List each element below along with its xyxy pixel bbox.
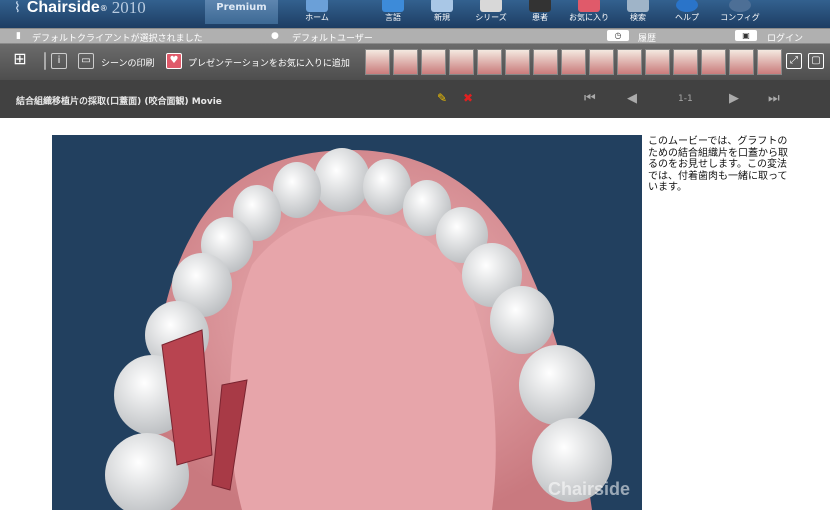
nav-favorites-label: お気に入り bbox=[569, 13, 609, 22]
current-user-text[interactable]: デフォルトユーザー bbox=[292, 31, 373, 44]
scene-thumbnail[interactable] bbox=[729, 49, 754, 75]
close-x-icon[interactable]: ✖ bbox=[463, 91, 473, 105]
nav-patient-button[interactable]: 患者 bbox=[513, 0, 567, 28]
movie-title: 結合組織移植片の採取(口蓋面) (咬合面観) Movie bbox=[16, 97, 222, 107]
scene-thumbnail[interactable] bbox=[393, 49, 418, 75]
add-favorite-label[interactable]: プレゼンテーションをお気に入りに追加 bbox=[188, 56, 350, 69]
user-icon: ● bbox=[271, 31, 279, 41]
previous-page-icon[interactable]: ◀ bbox=[627, 91, 637, 106]
nav-patient-label: 患者 bbox=[532, 13, 548, 22]
nav-home-label: ホーム bbox=[305, 13, 329, 22]
scene-thumbnail[interactable] bbox=[561, 49, 586, 75]
scene-thumbnail[interactable] bbox=[645, 49, 670, 75]
favorites-icon bbox=[578, 0, 600, 12]
language-icon bbox=[382, 0, 404, 12]
nav-series-label: シリーズ bbox=[475, 13, 507, 22]
first-page-icon[interactable]: ⏮ bbox=[584, 91, 596, 106]
scene-thumbnail[interactable] bbox=[673, 49, 698, 75]
scene-thumbnail[interactable] bbox=[701, 49, 726, 75]
home-icon bbox=[306, 0, 328, 12]
scene-info-icon[interactable]: i bbox=[51, 53, 67, 69]
nav-help-label: ヘルプ bbox=[675, 13, 699, 22]
nav-config-button[interactable]: コンフィグ bbox=[713, 0, 767, 28]
scene-thumbnail[interactable] bbox=[449, 49, 474, 75]
scene-thumbnail[interactable] bbox=[589, 49, 614, 75]
fullscreen-icon[interactable]: ⤢ bbox=[786, 53, 802, 69]
next-page-icon[interactable]: ▶ bbox=[729, 91, 739, 106]
top-navigation-bar: ⌇ Chairside ® 2010 Premium ホーム 言語 新規 シリー… bbox=[0, 0, 830, 28]
nav-help-button[interactable]: ヘルプ bbox=[660, 0, 714, 28]
config-icon bbox=[729, 0, 751, 12]
login-link[interactable]: ログイン bbox=[767, 31, 803, 44]
scene-thumbnail[interactable] bbox=[617, 49, 642, 75]
grid-view-icon[interactable]: ⊞ bbox=[12, 51, 28, 68]
history-clock-icon[interactable]: ◷ bbox=[607, 30, 629, 41]
scene-toolbar: ⊞ i ▭ シーンの印刷 ♥ プレゼンテーションをお気に入りに追加 ⤢ ▢ bbox=[0, 44, 830, 80]
nav-search-button[interactable]: 検索 bbox=[611, 0, 665, 28]
app-year: 2010 bbox=[111, 0, 146, 17]
dental-arch-illustration bbox=[105, 148, 612, 510]
scene-thumbnail[interactable] bbox=[757, 49, 782, 75]
logo-chair-icon: ⌇ bbox=[14, 0, 21, 16]
patient-icon bbox=[529, 0, 551, 12]
scene-thumbnail[interactable] bbox=[505, 49, 530, 75]
scene-thumbnail[interactable] bbox=[421, 49, 446, 75]
edit-pencil-icon[interactable]: ✎ bbox=[437, 91, 447, 105]
chairside-logo: ⌇ Chairside ® 2010 bbox=[14, 0, 146, 19]
info-bar: ▮ デフォルトクライアントが選択されました ● デフォルトユーザー ◷ 履歴 ▣… bbox=[0, 28, 830, 44]
app-name: Chairside bbox=[26, 0, 100, 16]
nav-favorites-button[interactable]: お気に入り bbox=[562, 0, 616, 28]
edition-badge: Premium bbox=[205, 0, 278, 24]
pin-icon: ▮ bbox=[16, 31, 21, 41]
movie-player[interactable]: Chairside bbox=[52, 135, 642, 510]
toolbar-divider bbox=[44, 52, 46, 70]
new-icon bbox=[431, 0, 453, 12]
trademark: ® bbox=[99, 3, 108, 13]
print-icon[interactable]: ▭ bbox=[78, 53, 94, 69]
scene-thumbnail[interactable] bbox=[477, 49, 502, 75]
nav-search-label: 検索 bbox=[630, 13, 646, 22]
page-indicator: 1-1 bbox=[678, 94, 693, 104]
help-icon bbox=[676, 0, 698, 12]
login-lock-icon[interactable]: ▣ bbox=[735, 30, 757, 41]
window-icon[interactable]: ▢ bbox=[808, 53, 824, 69]
last-page-icon[interactable]: ⏭ bbox=[768, 91, 780, 106]
nav-new-button[interactable]: 新規 bbox=[415, 0, 469, 28]
nav-home-button[interactable]: ホーム bbox=[290, 0, 344, 28]
nav-config-label: コンフィグ bbox=[720, 13, 760, 22]
chairside-watermark: Chairside bbox=[547, 479, 630, 499]
nav-language-label: 言語 bbox=[385, 13, 401, 22]
scene-thumbnail[interactable] bbox=[365, 49, 390, 75]
nav-language-button[interactable]: 言語 bbox=[366, 0, 420, 28]
movie-title-bar: 結合組織移植片の採取(口蓋面) (咬合面観) Movie ✎ ✖ ⏮ ◀ 1-1… bbox=[0, 80, 830, 118]
series-icon bbox=[480, 0, 502, 12]
print-scene-label[interactable]: シーンの印刷 bbox=[101, 56, 155, 69]
search-icon bbox=[627, 0, 649, 12]
client-status-text[interactable]: デフォルトクライアントが選択されました bbox=[32, 31, 203, 44]
heart-icon[interactable]: ♥ bbox=[166, 53, 182, 69]
content-area: Chairside このムービーでは、グラフトのための結合組織片を口蓋から取るの… bbox=[0, 118, 830, 510]
history-link[interactable]: 履歴 bbox=[638, 31, 656, 44]
nav-series-button[interactable]: シリーズ bbox=[464, 0, 518, 28]
movie-description: このムービーでは、グラフトのための結合組織片を口蓋から取るのをお見せします。この… bbox=[648, 136, 788, 193]
scene-thumbnail[interactable] bbox=[533, 49, 558, 75]
nav-new-label: 新規 bbox=[434, 13, 450, 22]
